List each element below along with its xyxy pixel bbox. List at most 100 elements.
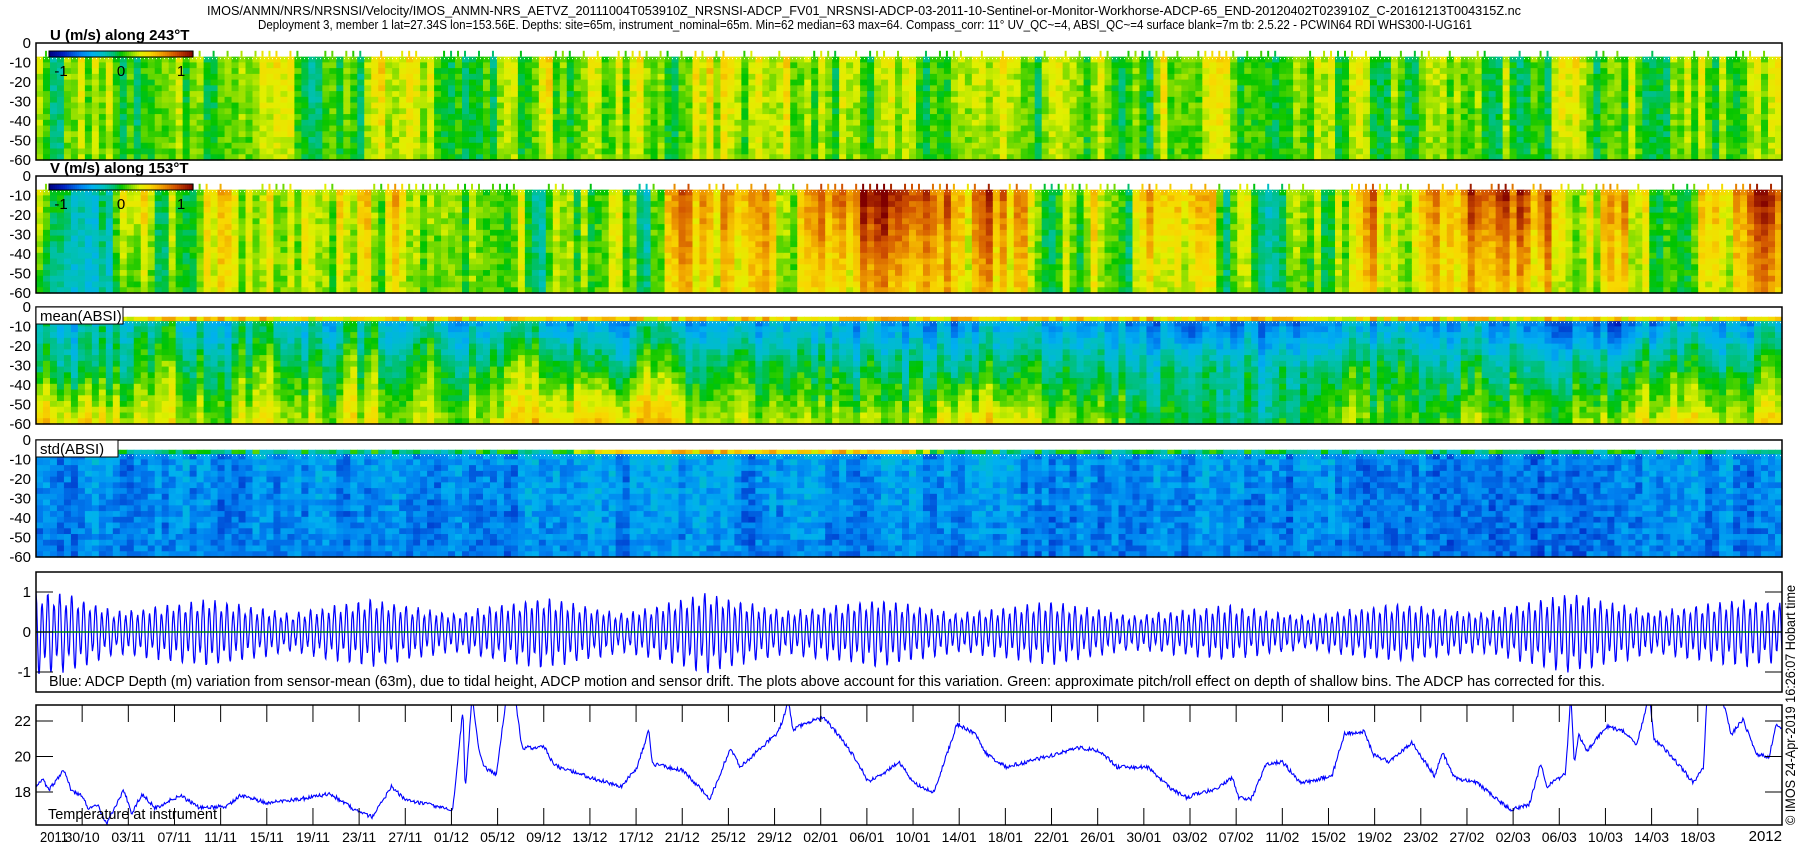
- heatmap-cell: [1146, 85, 1155, 92]
- heatmap-cell: [964, 108, 973, 115]
- heatmap-cell: [1670, 142, 1678, 150]
- heatmap-cell: [1607, 96, 1615, 104]
- heatmap-cell: [63, 79, 72, 86]
- heatmap-cell: [413, 137, 421, 144]
- heatmap-cell: [1390, 73, 1399, 81]
- heatmap-cell: [231, 85, 240, 92]
- heatmap-cell: [1509, 73, 1518, 81]
- heatmap-cell: [1754, 56, 1762, 63]
- heatmap-cell: [622, 96, 631, 104]
- heatmap-cell: [1321, 73, 1329, 81]
- heatmap-cell: [105, 189, 114, 196]
- heatmap-cell: [601, 62, 610, 69]
- heatmap-cell: [587, 142, 596, 150]
- heatmap-cell: [1530, 131, 1539, 138]
- heatmap-cell: [811, 68, 819, 75]
- heatmap-cell: [1607, 68, 1615, 75]
- heatmap-cell: [1691, 137, 1699, 144]
- surface-bin-stick: [596, 50, 599, 57]
- heatmap-cell: [1530, 102, 1539, 109]
- heatmap-cell: [56, 247, 65, 254]
- heatmap-cell: [1691, 148, 1699, 155]
- heatmap-cell: [1216, 114, 1224, 121]
- heatmap-cell: [790, 85, 798, 92]
- heatmap-cell: [182, 137, 191, 144]
- heatmap-cell: [91, 68, 100, 75]
- heatmap-cell: [1621, 142, 1629, 150]
- heatmap-cell: [720, 108, 729, 115]
- heatmap-cell: [1279, 79, 1287, 86]
- heatmap-cell: [126, 91, 135, 98]
- heatmap-cell: [1125, 56, 1134, 63]
- heatmap-cell: [699, 79, 708, 86]
- heatmap-cell: [1446, 91, 1455, 98]
- heatmap-cell: [294, 142, 302, 150]
- heatmap-cell: [1558, 73, 1567, 81]
- heatmap-cell: [70, 258, 79, 265]
- heatmap-cell: [1579, 142, 1588, 150]
- heatmap-cell: [615, 114, 624, 121]
- heatmap-cell: [559, 56, 568, 63]
- heatmap-cell: [615, 137, 624, 144]
- heatmap-cell: [1055, 148, 1064, 155]
- heatmap-cell: [1390, 62, 1399, 69]
- heatmap-cell: [650, 131, 659, 138]
- heatmap-cell: [1649, 85, 1657, 92]
- heatmap-cell: [1621, 85, 1629, 92]
- heatmap-cell: [573, 142, 582, 150]
- surface-bin-stick: [1616, 50, 1619, 57]
- heatmap-cell: [1048, 114, 1057, 121]
- surface-bin-stick: [1330, 50, 1333, 57]
- heatmap-cell: [1286, 114, 1294, 121]
- heatmap-cell: [1656, 68, 1664, 75]
- heatmap-cell: [874, 131, 882, 138]
- heatmap-cell: [1383, 137, 1392, 144]
- heatmap-cell: [1048, 96, 1057, 104]
- heatmap-cell: [524, 73, 533, 81]
- heatmap-cell: [245, 142, 254, 150]
- heatmap-cell: [881, 119, 889, 127]
- heatmap-cell: [56, 148, 65, 155]
- heatmap-cell: [91, 241, 100, 248]
- heatmap-cell: [790, 56, 798, 63]
- heatmap-cell: [964, 79, 973, 86]
- heatmap-cell: [538, 85, 547, 92]
- heatmap-cell: [1376, 114, 1385, 121]
- heatmap-cell: [1209, 119, 1217, 127]
- heatmap-cell: [1663, 56, 1671, 63]
- heatmap-cell: [189, 102, 198, 109]
- heatmap-cell: [1293, 125, 1301, 132]
- heatmap-cell: [329, 56, 337, 63]
- heatmap-cell: [462, 96, 470, 104]
- heatmap-cell: [559, 108, 568, 115]
- heatmap-cell: [811, 137, 819, 144]
- heatmap-cell: [964, 119, 973, 127]
- heatmap-cell: [1083, 85, 1092, 92]
- heatmap-cell: [70, 224, 79, 231]
- heatmap-cell: [1579, 119, 1588, 127]
- heatmap-cell: [266, 68, 275, 75]
- heatmap-cell: [161, 142, 170, 150]
- heatmap-cell: [63, 114, 72, 121]
- heatmap-cell: [259, 142, 268, 150]
- heatmap-cell: [762, 96, 770, 104]
- heatmap-cell: [1670, 56, 1678, 63]
- heatmap-cell: [622, 62, 631, 69]
- heatmap-cell: [1509, 131, 1518, 138]
- heatmap-cell: [1390, 56, 1399, 63]
- heatmap-cell: [1293, 96, 1301, 104]
- heatmap-cell: [91, 258, 100, 265]
- heatmap-cell: [1034, 131, 1043, 138]
- heatmap-cell: [420, 108, 428, 115]
- heatmap-cell: [1300, 68, 1308, 75]
- heatmap-cell: [622, 131, 631, 138]
- heatmap-cell: [1439, 79, 1448, 86]
- heatmap-cell: [846, 119, 854, 127]
- heatmap-cell: [1034, 85, 1043, 92]
- heatmap-cell: [1656, 96, 1664, 104]
- heatmap-cell: [678, 85, 687, 92]
- heatmap-cell: [846, 148, 854, 155]
- heatmap-cell: [1314, 102, 1322, 109]
- heatmap-cell: [36, 195, 44, 202]
- heatmap-cell: [664, 56, 673, 63]
